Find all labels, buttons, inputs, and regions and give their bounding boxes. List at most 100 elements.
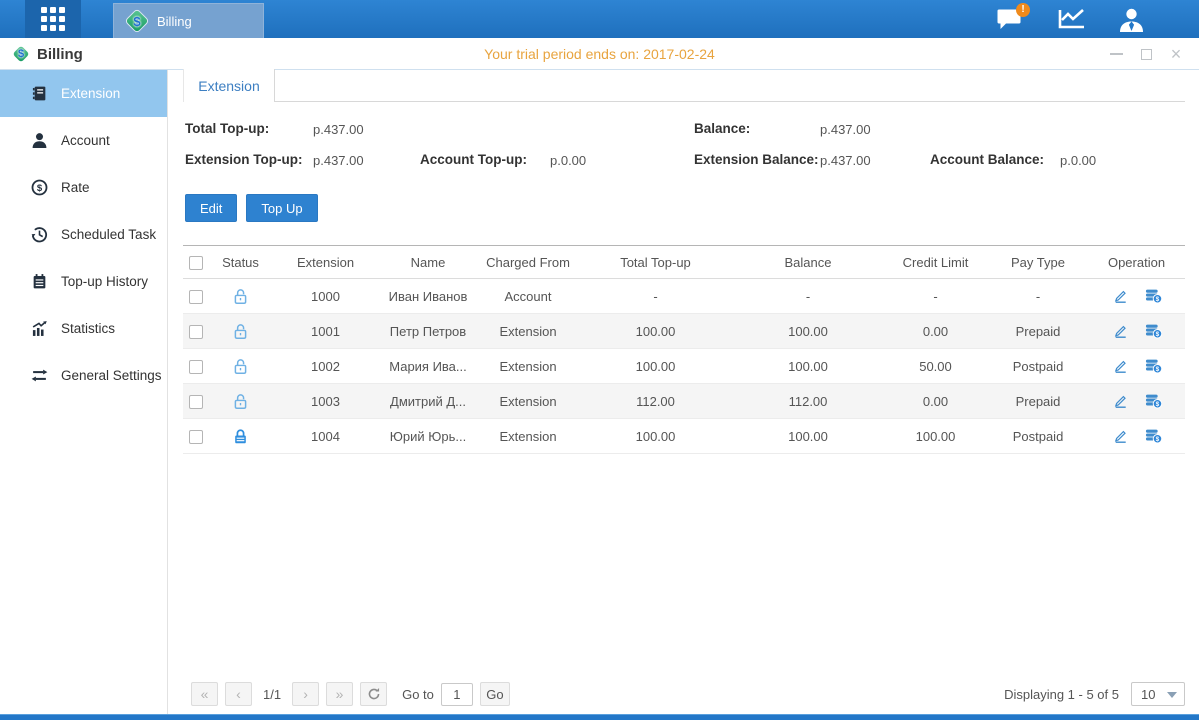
prev-page-button[interactable]: ‹ xyxy=(225,682,252,706)
trial-notice: Your trial period ends on: 2017-02-24 xyxy=(0,38,1199,70)
refresh-button[interactable] xyxy=(360,682,387,706)
extension-topup-value: p.437.00 xyxy=(313,153,364,168)
sidebar-item-label: Scheduled Task xyxy=(61,227,156,242)
balance-cell: 100.00 xyxy=(733,349,883,384)
tab-extension[interactable]: Extension xyxy=(183,69,275,102)
account-balance-label: Account Balance: xyxy=(930,152,1044,167)
resource-monitor-button[interactable] xyxy=(1049,0,1093,38)
topup-coins-icon[interactable]: $ xyxy=(1145,288,1162,305)
column-header: Total Top-up xyxy=(578,246,733,279)
sidebar-item-rate[interactable]: $Rate xyxy=(0,164,167,211)
chat-button[interactable]: ! xyxy=(988,0,1032,38)
apps-menu-button[interactable] xyxy=(25,0,81,38)
name-cell: Иван Иванов xyxy=(378,279,478,314)
minimize-icon[interactable] xyxy=(1109,47,1123,61)
sidebar-item-extension[interactable]: Extension xyxy=(0,70,167,117)
edit-pencil-icon[interactable] xyxy=(1112,428,1129,445)
topup-button[interactable]: Top Up xyxy=(246,194,317,222)
topup-coins-icon[interactable]: $ xyxy=(1145,323,1162,340)
pagination-bar: « ‹ 1/1 › » Go to Go Displaying 1 - 5 of… xyxy=(183,682,1185,708)
page-size-value: 10 xyxy=(1141,687,1155,702)
edit-pencil-icon[interactable] xyxy=(1112,393,1129,410)
window-titlebar: Your trial period ends on: 2017-02-24 $ … xyxy=(0,38,1199,70)
account-topup-value: p.0.00 xyxy=(550,153,586,168)
total-topup-value: p.437.00 xyxy=(313,122,364,137)
extension-icon xyxy=(30,85,48,103)
table-row: 1001Петр ПетровExtension100.00100.000.00… xyxy=(183,314,1185,349)
user-menu-button[interactable] xyxy=(1109,0,1153,38)
displaying-text: Displaying 1 - 5 of 5 xyxy=(1004,687,1119,702)
name-cell: Юрий Юрь... xyxy=(378,419,478,454)
credit-limit-cell: 100.00 xyxy=(883,419,988,454)
pay-type-cell: Prepaid xyxy=(988,314,1088,349)
go-button[interactable]: Go xyxy=(480,682,510,706)
taskbar-tab-billing[interactable]: $ Billing xyxy=(113,3,264,38)
user-icon xyxy=(1118,7,1145,32)
next-page-button[interactable]: › xyxy=(292,682,319,706)
topup-history-icon xyxy=(30,273,48,291)
pay-type-cell: Prepaid xyxy=(988,384,1088,419)
page-size-select[interactable]: 10 xyxy=(1131,682,1185,706)
lock-closed-icon xyxy=(232,427,249,442)
sidebar-item-statistics[interactable]: Statistics xyxy=(0,305,167,352)
lock-open-icon xyxy=(232,287,249,302)
close-icon[interactable]: × xyxy=(1169,47,1183,61)
total-topup-cell: 100.00 xyxy=(578,419,733,454)
sidebar-item-account[interactable]: Account xyxy=(0,117,167,164)
table-header-row: StatusExtensionNameCharged FromTotal Top… xyxy=(183,246,1185,279)
column-header: Extension xyxy=(273,246,378,279)
chevron-down-icon xyxy=(1167,692,1177,698)
maximize-icon[interactable] xyxy=(1139,47,1153,61)
edit-pencil-icon[interactable] xyxy=(1112,323,1129,340)
name-cell: Петр Петров xyxy=(378,314,478,349)
svg-text:$: $ xyxy=(1155,401,1159,408)
topup-coins-icon[interactable]: $ xyxy=(1145,428,1162,445)
window-title-text: Billing xyxy=(37,46,83,63)
edit-pencil-icon[interactable] xyxy=(1112,288,1129,305)
billing-diamond-icon: $ xyxy=(126,10,148,32)
row-checkbox[interactable] xyxy=(189,325,203,339)
column-header: Operation xyxy=(1088,246,1185,279)
sidebar-item-scheduled-task[interactable]: Scheduled Task xyxy=(0,211,167,258)
charged-from-cell: Extension xyxy=(478,419,578,454)
table-row: 1002Мария Ива...Extension100.00100.0050.… xyxy=(183,349,1185,384)
balance-cell: 112.00 xyxy=(733,384,883,419)
total-topup-label: Total Top-up: xyxy=(185,121,269,136)
credit-limit-cell: - xyxy=(883,279,988,314)
goto-page-input[interactable] xyxy=(441,683,473,706)
apps-grid-icon xyxy=(41,7,65,31)
sidebar-item-label: Extension xyxy=(61,86,120,101)
select-all-checkbox[interactable] xyxy=(189,256,203,270)
lock-open-icon xyxy=(232,392,249,407)
row-checkbox[interactable] xyxy=(189,395,203,409)
sidebar-item-top-up-history[interactable]: Top-up History xyxy=(0,258,167,305)
billing-diamond-icon: $ xyxy=(12,45,30,63)
page-indicator: 1/1 xyxy=(263,687,281,702)
pay-type-cell: Postpaid xyxy=(988,349,1088,384)
sidebar-item-general-settings[interactable]: General Settings xyxy=(0,352,167,399)
column-header: Name xyxy=(378,246,478,279)
edit-pencil-icon[interactable] xyxy=(1112,358,1129,375)
credit-limit-cell: 50.00 xyxy=(883,349,988,384)
charged-from-cell: Account xyxy=(478,279,578,314)
table-row: 1000Иван ИвановAccount----$ xyxy=(183,279,1185,314)
topup-coins-icon[interactable]: $ xyxy=(1145,358,1162,375)
topup-coins-icon[interactable]: $ xyxy=(1145,393,1162,410)
sidebar-item-label: Account xyxy=(61,133,110,148)
column-header: Pay Type xyxy=(988,246,1088,279)
sidebar-item-label: Rate xyxy=(61,180,90,195)
table-row: 1004Юрий Юрь...Extension100.00100.00100.… xyxy=(183,419,1185,454)
first-page-button[interactable]: « xyxy=(191,682,218,706)
last-page-button[interactable]: » xyxy=(326,682,353,706)
statistics-icon xyxy=(30,320,48,338)
edit-button[interactable]: Edit xyxy=(185,194,237,222)
pay-type-cell: Postpaid xyxy=(988,419,1088,454)
window-bottom-edge xyxy=(0,714,1199,720)
row-checkbox[interactable] xyxy=(189,430,203,444)
row-checkbox[interactable] xyxy=(189,290,203,304)
extension-balance-label: Extension Balance: xyxy=(694,152,819,167)
sidebar: Extension Account $Rate Scheduled Task Top-u… xyxy=(0,70,168,714)
scheduled-task-icon xyxy=(30,226,48,244)
extension-topup-label: Extension Top-up: xyxy=(185,152,303,167)
row-checkbox[interactable] xyxy=(189,360,203,374)
